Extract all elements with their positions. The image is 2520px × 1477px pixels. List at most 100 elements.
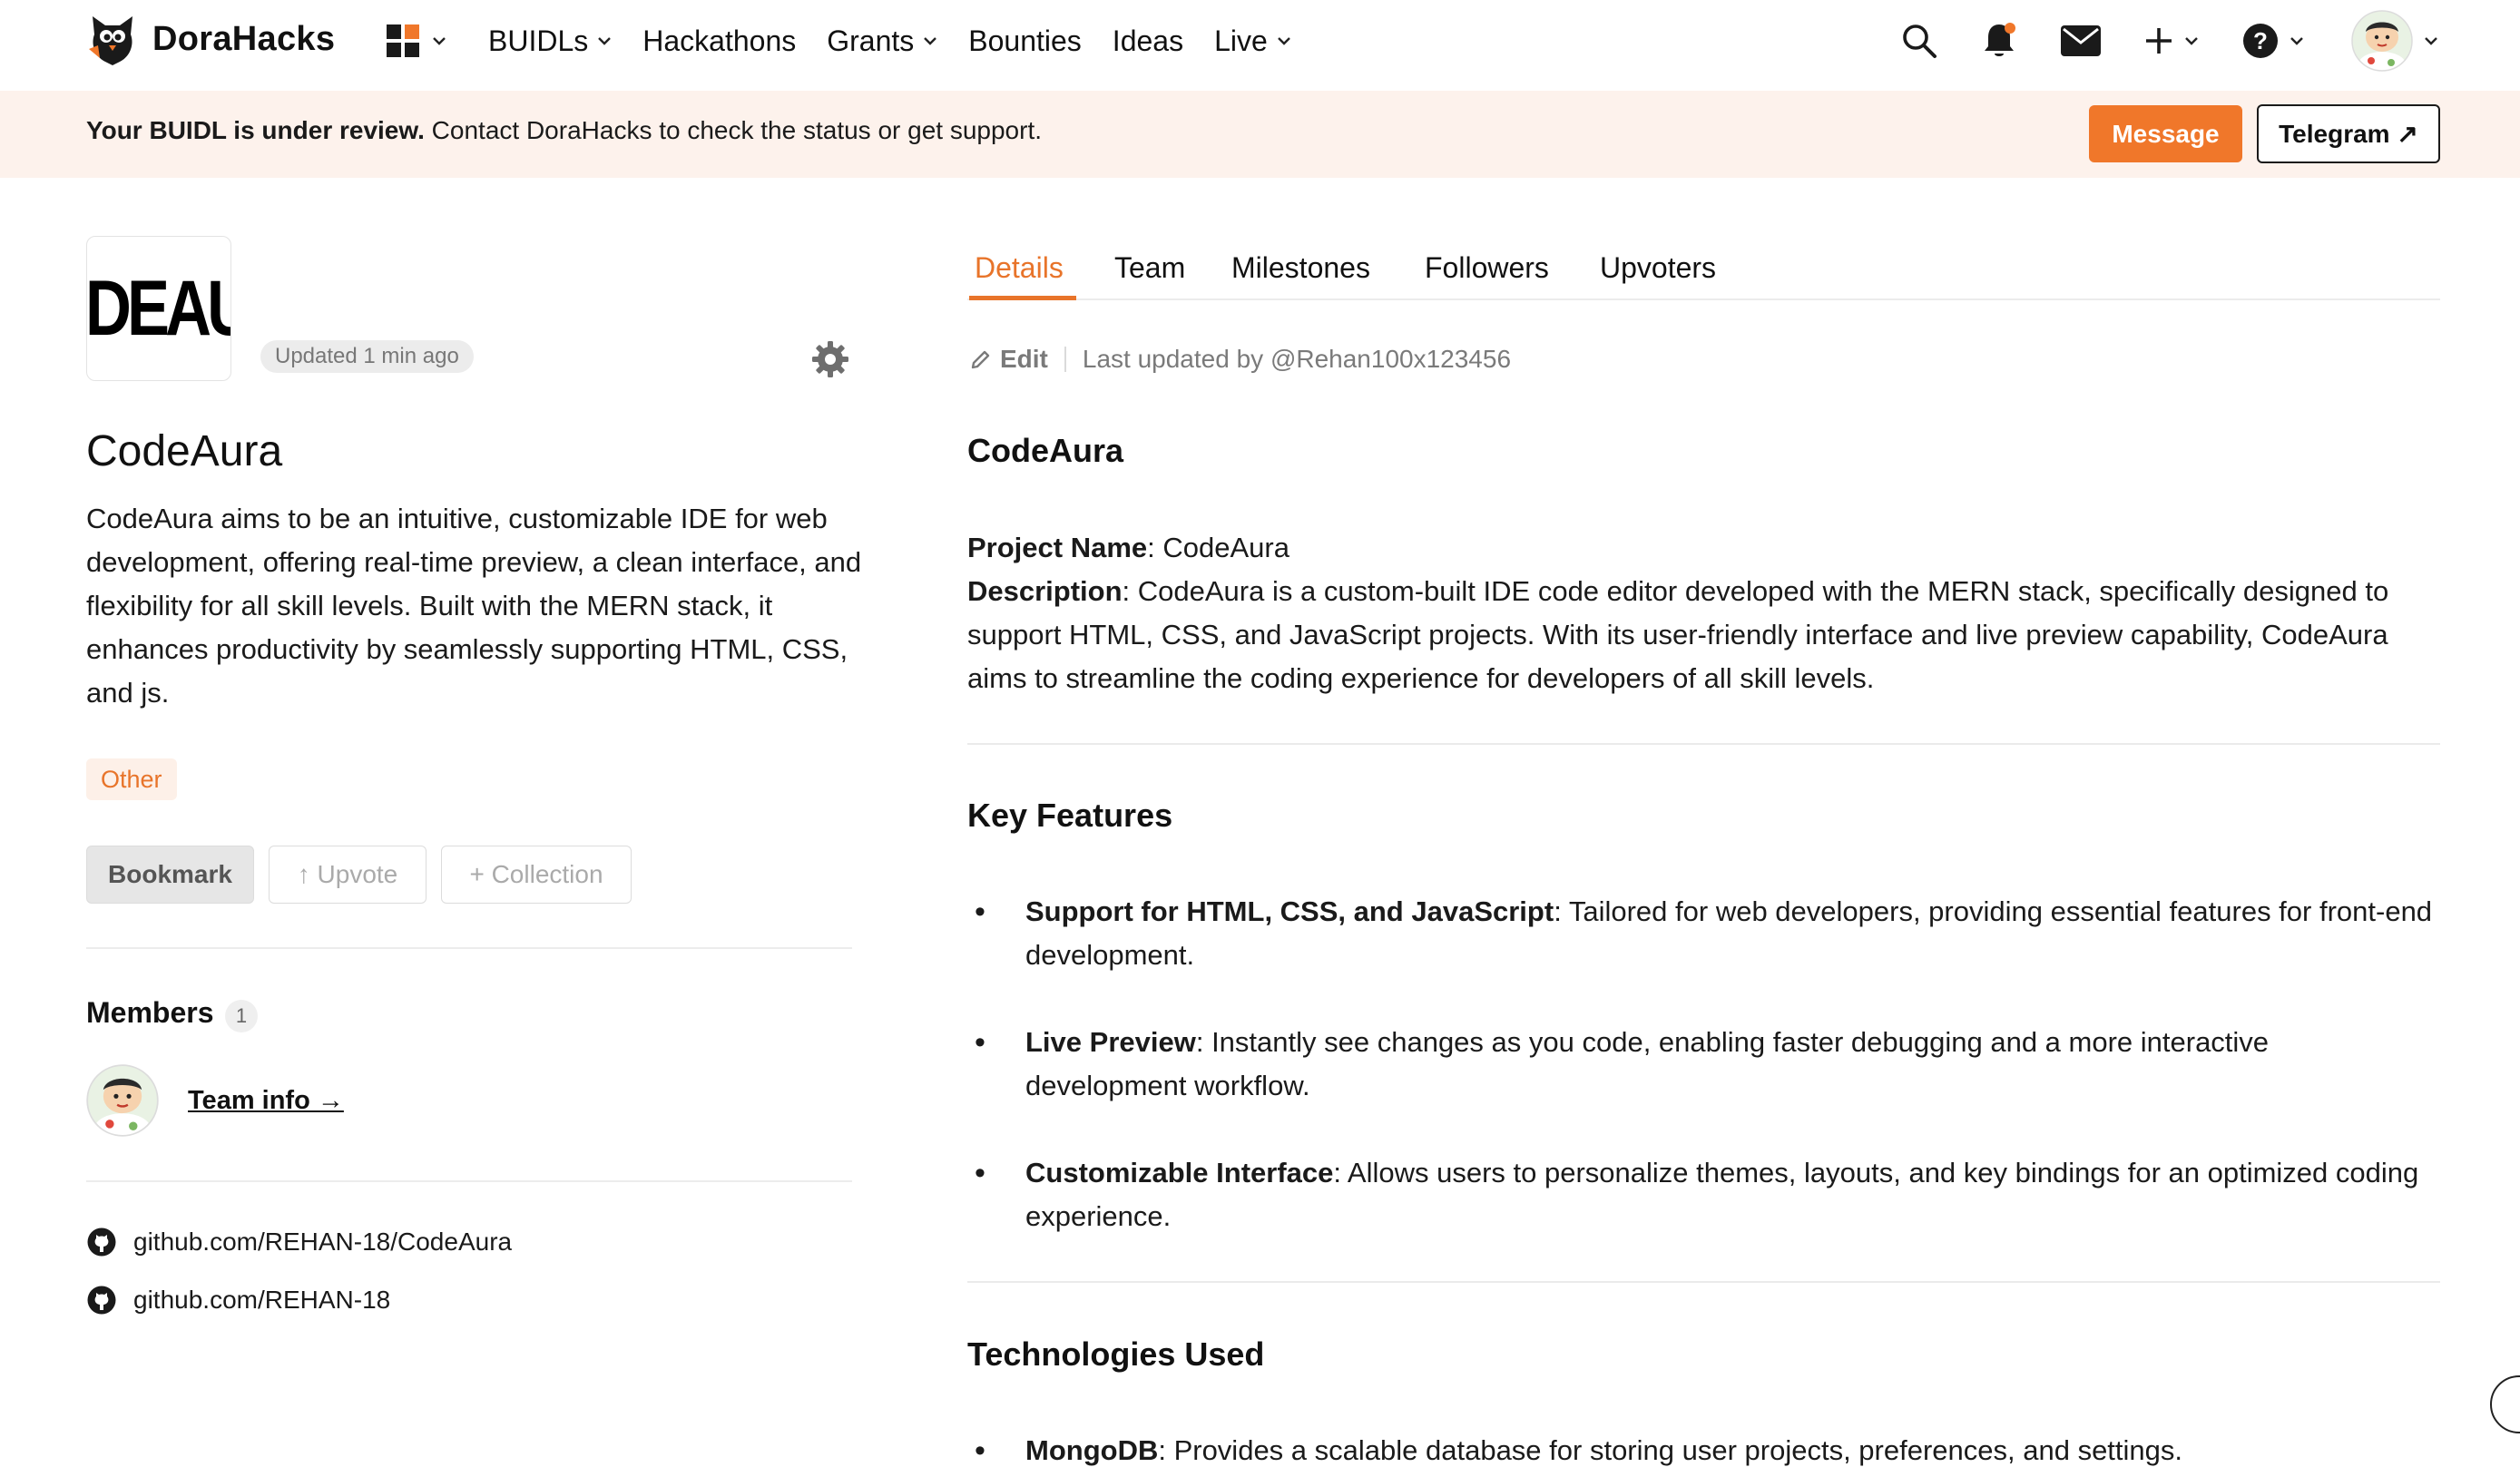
feature-title: Customizable Interface [1025,1157,1334,1188]
upvote-button[interactable]: ↑ Upvote [269,846,427,904]
detail-tabs: Details Team Milestones Followers Upvote… [967,231,2440,300]
nav-buidls-label: BUIDLs [488,24,589,57]
tab-upvoters[interactable]: Upvoters [1600,251,1716,285]
feature-title: Live Preview [1025,1026,1196,1058]
feature-item: Live Preview: Instantly see changes as y… [967,1021,2437,1108]
help-menu[interactable]: ? [2242,23,2304,59]
pencil-icon [971,350,990,369]
chevron-down-icon [2290,37,2303,45]
team-info-link[interactable]: Team info → [188,1086,344,1116]
brand-name: DoraHacks [152,19,336,58]
project-logo: DEAUI [86,236,231,381]
nav-buidls[interactable]: BUIDLs [488,24,612,58]
chevron-down-icon [2185,37,2198,45]
feature-item: Customizable Interface: Allows users to … [967,1151,2437,1238]
bookmark-button[interactable]: Bookmark [86,846,254,904]
github-repo-link[interactable]: github.com/REHAN-18/CodeAura [86,1227,512,1257]
settings-button[interactable] [810,339,850,379]
review-banner-strong: Your BUIDL is under review. [86,116,425,144]
description-paragraph: Description: CodeAura is a custom-built … [967,570,2437,700]
message-button[interactable]: Message [2089,105,2242,162]
github-icon [87,1286,116,1315]
updated-badge: Updated 1 min ago [260,340,474,373]
github-repo-link-text: github.com/REHAN-18/CodeAura [133,1228,513,1256]
project-name-label: Project Name [967,532,1148,563]
create-menu[interactable] [2144,26,2199,55]
nav-live[interactable]: Live [1214,24,1291,58]
tab-details[interactable]: Details [975,251,1064,285]
nav-hackathons-label: Hackathons [642,24,797,57]
bell-icon [1985,23,2015,56]
technology-title: MongoDB [1025,1434,1159,1466]
apps-menu[interactable] [387,24,446,57]
user-avatar [2351,10,2413,72]
top-navigation: DoraHacks BUIDLs Hackathons Grants Bount… [0,0,2520,91]
tab-team[interactable]: Team [1114,251,1185,285]
search-icon [1903,24,1937,58]
member-avatar[interactable] [86,1064,159,1137]
active-tab-indicator [969,296,1076,300]
notifications-button[interactable] [1981,21,2017,61]
project-title: CodeAura [86,427,283,475]
nav-hackathons[interactable]: Hackathons [642,24,796,58]
help-icon: ? [2243,24,2278,58]
feature-text: : Instantly see changes as you code, ena… [1025,1026,2270,1101]
tab-followers[interactable]: Followers [1425,251,1549,285]
apps-grid-icon [387,24,419,57]
chevron-down-icon [433,37,446,45]
nav-ideas-label: Ideas [1112,24,1184,57]
add-collection-button[interactable]: + Collection [441,846,632,904]
project-logo-text: DEAUI [86,265,230,352]
divider [86,947,852,949]
main-nav: BUIDLs Hackathons Grants Bounties Ideas … [387,0,1322,82]
telegram-button[interactable]: Telegram ↗ [2257,104,2440,163]
header-actions: ? [1858,0,2438,82]
plus-icon [2146,28,2172,54]
project-name-line: Project Name: CodeAura [967,526,2437,570]
github-icon [87,1228,116,1257]
nav-live-label: Live [1214,24,1268,57]
nav-bounties-label: Bounties [968,24,1082,57]
messages-button[interactable] [2061,25,2101,56]
technology-text: : Provides a scalable database for stori… [1158,1434,2183,1466]
edit-button[interactable]: Edit [969,345,1048,374]
chevron-down-icon [598,37,612,45]
avatar [86,1064,159,1137]
project-description: CodeAura aims to be an intuitive, custom… [86,503,862,709]
nav-grants-label: Grants [827,24,915,57]
separator [1064,347,1066,372]
tab-milestones[interactable]: Milestones [1231,251,1370,285]
github-profile-link-text: github.com/REHAN-18 [133,1286,391,1314]
github-profile-link[interactable]: github.com/REHAN-18 [86,1285,390,1316]
category-tag[interactable]: Other [86,758,177,800]
technology-item: MongoDB: Provides a scalable database fo… [967,1429,2437,1472]
members-count-badge: 1 [225,1000,258,1032]
edit-row: Edit Last updated by @Rehan100x123456 [969,345,1511,374]
search-button[interactable] [1901,23,1937,59]
nav-grants[interactable]: Grants [827,24,937,58]
dorahacks-logo[interactable]: DoraHacks [85,13,335,65]
nav-bounties[interactable]: Bounties [968,24,1082,58]
chevron-down-icon [924,37,937,45]
description-label: Description [967,575,1123,607]
technologies-heading: Technologies Used [967,1335,1265,1373]
description-value: : CodeAura is a custom-built IDE code ed… [967,575,2389,694]
divider [967,743,2440,745]
chevron-down-icon [1277,37,1290,45]
nav-ideas[interactable]: Ideas [1113,24,1183,58]
details-heading: CodeAura [967,432,1124,469]
user-menu[interactable] [2351,10,2438,72]
edit-label: Edit [1000,345,1048,373]
divider [86,1180,852,1182]
divider [967,1281,2440,1283]
review-banner-message: Contact DoraHacks to check the status or… [424,116,1043,144]
key-features-heading: Key Features [967,797,1173,834]
feature-item: Support for HTML, CSS, and JavaScript: T… [967,890,2437,977]
members-heading: Members [86,996,214,1029]
dorahacks-owl-icon [89,16,132,65]
chevron-down-icon [2425,37,2437,45]
gear-icon [812,341,848,377]
project-name-value: : CodeAura [1147,532,1289,563]
scroll-widget-button[interactable] [2490,1375,2520,1433]
review-banner-text: Your BUIDL is under review. Contact Dora… [86,116,1042,145]
